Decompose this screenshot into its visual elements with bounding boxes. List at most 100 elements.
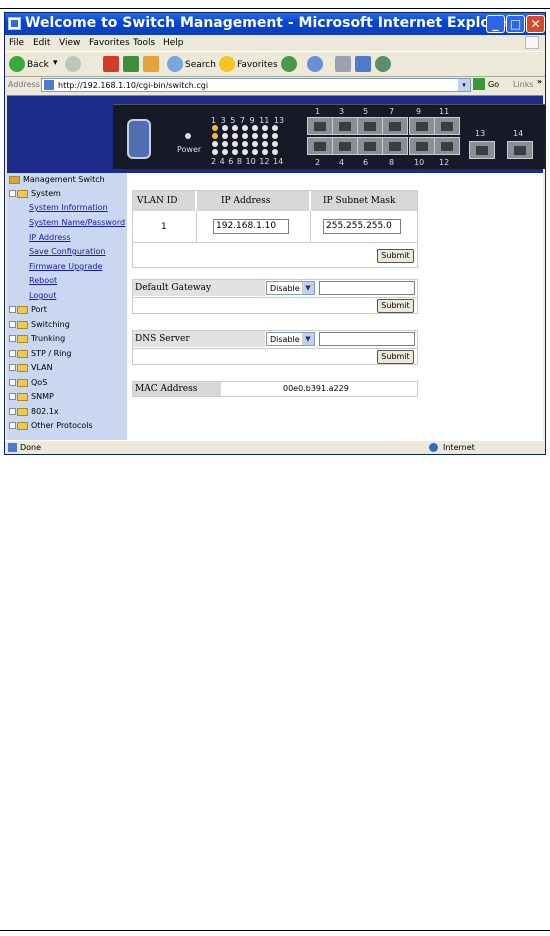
vlan-id-value: 1: [161, 222, 167, 232]
page-top-rule: [0, 8, 550, 9]
forward-arrow-icon[interactable]: [65, 56, 81, 72]
switch-front-panel: Power 1 3 5 7 9 11 13 2 4 6 8 10 12 14 1…: [113, 104, 545, 169]
stop-icon[interactable]: [103, 56, 119, 72]
nav-ip-address[interactable]: IP Address: [29, 233, 71, 242]
uplink-port: [469, 141, 495, 159]
nav-8021x[interactable]: 802.1x: [9, 407, 59, 416]
nav-firmware-upgrade[interactable]: Firmware Upgrade: [29, 262, 102, 271]
gateway-address-input[interactable]: [319, 281, 415, 295]
folder-icon: [17, 421, 28, 430]
chevron-down-icon[interactable]: ▼: [302, 333, 314, 345]
led-column: [222, 125, 229, 157]
dropdown-icon[interactable]: ▾: [53, 58, 58, 68]
history-icon[interactable]: [281, 56, 297, 72]
minimize-button[interactable]: _: [486, 15, 505, 33]
nav-vlan[interactable]: VLAN: [9, 363, 53, 372]
menu-help[interactable]: Help: [163, 38, 184, 48]
edit-icon[interactable]: [355, 56, 371, 72]
expand-icon[interactable]: [9, 364, 16, 371]
expand-icon[interactable]: [9, 393, 16, 400]
led-column: [232, 125, 239, 157]
chevron-down-icon[interactable]: ▼: [302, 282, 314, 294]
cell-divider: [310, 211, 311, 242]
back-label[interactable]: Back: [27, 60, 49, 70]
status-bar: Done Internet: [5, 440, 545, 454]
globe-icon: [429, 443, 438, 452]
menu-bar: File Edit View Favorites Tools Help: [5, 36, 545, 50]
default-gateway-table: Default Gateway Disable ▼ Submit: [132, 279, 418, 314]
default-gateway-label: Default Gateway: [135, 283, 212, 293]
row-divider: [133, 297, 417, 298]
collapse-icon[interactable]: [9, 190, 16, 197]
home-icon[interactable]: [143, 56, 159, 72]
expand-icon[interactable]: [9, 350, 16, 357]
nav-stp-ring[interactable]: STP / Ring: [9, 349, 72, 358]
nav-trunking[interactable]: Trunking: [9, 334, 65, 343]
expand-icon[interactable]: [9, 379, 16, 386]
folder-open-icon: [17, 189, 28, 198]
search-label[interactable]: Search: [185, 60, 216, 70]
gateway-mode-select[interactable]: Disable ▼: [266, 281, 315, 295]
favorites-label[interactable]: Favorites: [237, 60, 278, 70]
nav-snmp[interactable]: SNMP: [9, 392, 54, 401]
mail-icon[interactable]: [307, 56, 323, 72]
nav-snmp-label: SNMP: [31, 392, 54, 401]
search-icon[interactable]: [167, 56, 183, 72]
mac-address-table: MAC Address 00e0.b391.a229: [132, 381, 418, 397]
nav-qos[interactable]: QoS: [9, 378, 47, 387]
dns-mode-select[interactable]: Disable ▼: [266, 332, 315, 346]
subnet-mask-input[interactable]: 255.255.255.0: [323, 219, 401, 234]
ip-address-input[interactable]: 192.168.1.10: [213, 219, 289, 234]
vlan-id-header: VLAN ID: [137, 196, 178, 206]
links-label[interactable]: Links: [513, 80, 534, 89]
ip-submit-button[interactable]: Submit: [377, 249, 414, 263]
nav-logout[interactable]: Logout: [29, 291, 56, 300]
expand-icon[interactable]: [9, 422, 16, 429]
expand-icon[interactable]: [9, 408, 16, 415]
subnet-mask-header: IP Subnet Mask: [323, 196, 396, 206]
expand-icon[interactable]: [9, 321, 16, 328]
dns-address-input[interactable]: [319, 332, 415, 346]
menu-view[interactable]: View: [59, 38, 80, 48]
row-divider: [133, 348, 417, 349]
nav-save-configuration[interactable]: Save Configuration: [29, 247, 105, 256]
nav-other-protocols[interactable]: Other Protocols: [9, 421, 93, 430]
address-dropdown-icon[interactable]: ▾: [458, 79, 470, 91]
toolbar: Back ▾ Search Favorites: [5, 51, 545, 77]
nav-tree: Management Switch System System Informat…: [7, 173, 127, 440]
nav-system[interactable]: System: [9, 189, 61, 198]
close-button[interactable]: ✕: [526, 15, 545, 33]
nav-port[interactable]: Port: [9, 305, 47, 314]
nav-system-information[interactable]: System Information: [29, 203, 108, 212]
dns-submit-button[interactable]: Submit: [377, 350, 414, 364]
ip-address-header: IP Address: [221, 196, 271, 206]
nav-root[interactable]: Management Switch: [9, 175, 105, 184]
address-url[interactable]: http://192.168.1.10/cgi-bin/switch.cgi: [58, 81, 208, 90]
nav-reboot[interactable]: Reboot: [29, 276, 57, 285]
nav-switching[interactable]: Switching: [9, 320, 70, 329]
menu-file[interactable]: File: [9, 38, 24, 48]
led-top-numbers: 1 3 5 7 9 11 13: [211, 116, 285, 125]
links-chevron-icon[interactable]: »: [537, 77, 542, 86]
print-icon[interactable]: [335, 56, 351, 72]
menu-edit[interactable]: Edit: [33, 38, 50, 48]
port-label-top: 7: [389, 107, 395, 116]
expand-icon[interactable]: [9, 335, 16, 342]
expand-icon[interactable]: [9, 306, 16, 313]
favorites-star-icon[interactable]: [219, 56, 235, 72]
go-arrow-icon[interactable]: [473, 78, 485, 90]
console-port-icon: [127, 119, 151, 159]
gateway-submit-button[interactable]: Submit: [377, 299, 414, 313]
ethernet-port: [382, 117, 408, 135]
go-button[interactable]: Go: [488, 80, 499, 89]
back-arrow-icon[interactable]: [9, 56, 25, 72]
maximize-button[interactable]: □: [506, 15, 525, 33]
menu-tools[interactable]: Tools: [133, 38, 155, 48]
folder-icon: [17, 334, 28, 343]
address-field[interactable]: http://192.168.1.10/cgi-bin/switch.cgi ▾: [41, 78, 471, 92]
messenger-icon[interactable]: [375, 56, 391, 72]
refresh-icon[interactable]: [123, 56, 139, 72]
page-content: Power 1 3 5 7 9 11 13 2 4 6 8 10 12 14 1…: [7, 95, 545, 440]
menu-favorites[interactable]: Favorites: [89, 38, 130, 48]
nav-system-name-password[interactable]: System Name/Password: [29, 218, 125, 227]
